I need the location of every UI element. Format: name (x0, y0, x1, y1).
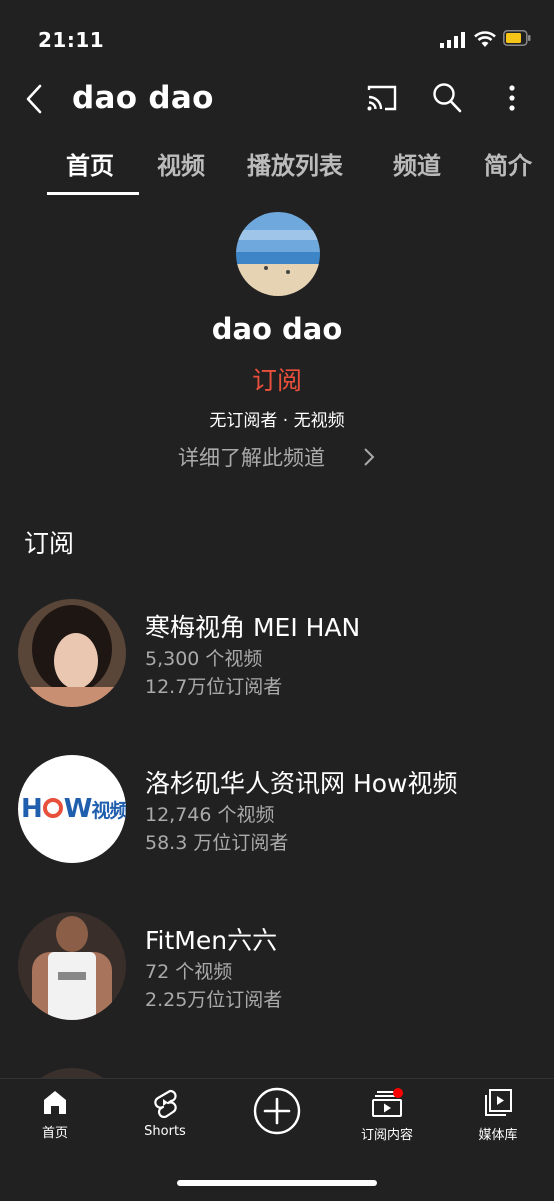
nav-label: Shorts (144, 1124, 186, 1139)
home-indicator (177, 1180, 377, 1186)
channel-avatar-fitmen[interactable] (18, 912, 126, 1020)
logo-video: 视频 (91, 800, 126, 822)
tab-channels[interactable]: 频道 (393, 146, 441, 181)
tab-playlists[interactable]: 播放列表 (247, 146, 343, 181)
status-time: 21:11 (38, 28, 105, 52)
subscriber-count: 58.3 万位订阅者 (145, 832, 289, 854)
battery-icon (503, 30, 531, 46)
channel-stats: 无订阅者 · 无视频 (209, 411, 345, 431)
back-icon[interactable] (24, 84, 44, 114)
subscriber-count: 12.7万位订阅者 (145, 676, 283, 698)
tab-about[interactable]: 简介 (484, 146, 532, 181)
subscriptions-section-title: 订阅 (24, 529, 75, 558)
nav-label: 订阅内容 (360, 1128, 413, 1143)
video-count: 5,300 个视频 (145, 648, 263, 670)
logo-o-ring (42, 798, 63, 818)
nav-subscriptions[interactable]: 订阅内容 (352, 1088, 422, 1143)
video-count: 72 个视频 (145, 961, 233, 983)
home-icon (44, 1091, 66, 1114)
library-icon (485, 1089, 512, 1116)
channel-name[interactable]: FitMen六六 (145, 921, 277, 957)
subscriptions-icon (372, 1088, 403, 1117)
channel-name: dao dao (211, 312, 343, 346)
cast-icon[interactable] (366, 84, 398, 112)
wifi-icon (474, 31, 496, 47)
create-icon (253, 1087, 301, 1135)
nav-home[interactable]: 首页 (25, 1088, 85, 1141)
channel-avatar-how[interactable]: H W视频 (18, 755, 126, 863)
nav-create[interactable] (250, 1087, 304, 1142)
shorts-icon (154, 1089, 177, 1118)
nav-shorts[interactable]: Shorts (135, 1088, 195, 1139)
nav-library[interactable]: 媒体库 (468, 1088, 528, 1143)
search-icon[interactable] (432, 82, 462, 114)
logo-w: W (63, 794, 93, 824)
nav-label: 媒体库 (478, 1128, 518, 1143)
logo-h: H (21, 794, 43, 824)
tab-videos[interactable]: 视频 (157, 146, 205, 181)
subscribe-button[interactable]: 订阅 (0, 361, 554, 397)
tab-home[interactable]: 首页 (66, 146, 114, 181)
channel-avatar-meihan[interactable] (18, 599, 126, 707)
page-title: dao dao (72, 80, 214, 116)
channel-name[interactable]: 洛杉矶华人资讯网 How视频 (145, 764, 458, 800)
more-options-icon[interactable] (504, 84, 520, 114)
chevron-right-icon[interactable] (362, 447, 376, 467)
nav-label: 首页 (41, 1126, 68, 1141)
signal-icon (440, 32, 465, 48)
channel-more-link[interactable]: 详细了解此频道 (178, 442, 325, 472)
active-tab-indicator (47, 192, 139, 195)
subscriber-count: 2.25万位订阅者 (145, 989, 283, 1011)
channel-name[interactable]: 寒梅视角 MEI HAN (145, 608, 360, 644)
channel-avatar (236, 212, 320, 296)
video-count: 12,746 个视频 (145, 804, 275, 826)
